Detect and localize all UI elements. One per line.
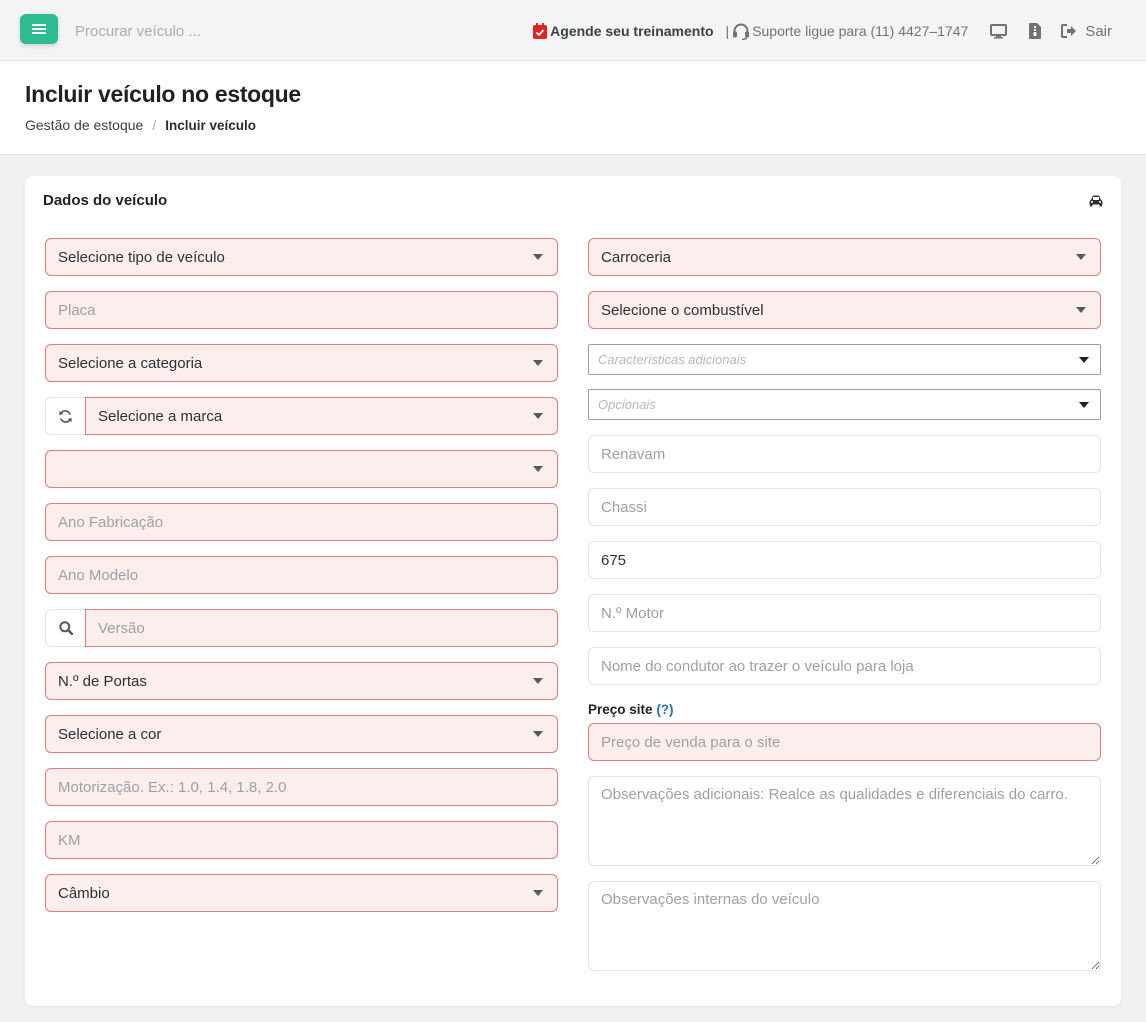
condutor-input[interactable]: [588, 647, 1101, 685]
sair-label: Sair: [1085, 22, 1112, 40]
caracteristicas-select[interactable]: Características adicionais: [588, 344, 1101, 375]
chevron-down-icon: [1076, 254, 1086, 260]
ano-modelo-input[interactable]: [45, 556, 558, 594]
agende-treinamento-link[interactable]: Agende seu treinamento: [533, 23, 714, 39]
chassi-input[interactable]: [588, 488, 1101, 526]
car-icon: [1089, 195, 1103, 207]
marca-value: Selecione a marca: [98, 407, 223, 425]
categoria-select[interactable]: Selecione a categoria: [45, 344, 558, 382]
breadcrumb-current: Incluir veículo: [165, 117, 256, 133]
top-right-actions: Agende seu treinamento | Suporte ligue p…: [533, 20, 1112, 42]
cambio-value: Câmbio: [58, 884, 110, 902]
chevron-down-icon: [533, 254, 543, 260]
cambio-select[interactable]: Câmbio: [45, 874, 558, 912]
categoria-value: Selecione a categoria: [58, 354, 203, 372]
sair-button[interactable]: Sair: [1061, 23, 1112, 40]
search-icon: [58, 621, 73, 635]
obs-adicionais-textarea[interactable]: [588, 776, 1101, 866]
chevron-down-icon: [533, 890, 543, 896]
tipo-veiculo-value: Selecione tipo de veículo: [58, 248, 225, 266]
top-bar: Agende seu treinamento | Suporte ligue p…: [0, 0, 1146, 61]
refresh-marca-button[interactable]: [45, 397, 85, 435]
value-675-input[interactable]: [588, 541, 1101, 579]
monitor-icon: [990, 23, 1008, 38]
preco-site-input[interactable]: [588, 723, 1101, 761]
chevron-down-icon: [1079, 401, 1089, 408]
search-input[interactable]: [66, 17, 326, 45]
divider: |: [725, 23, 730, 39]
modelo-select[interactable]: [45, 450, 558, 488]
opcionais-placeholder: Opcionais: [598, 397, 656, 412]
placa-input[interactable]: [45, 291, 558, 329]
breadcrumb-separator: /: [152, 117, 157, 133]
card-header-icon: [1089, 194, 1103, 211]
versao-group: [45, 609, 558, 647]
suporte-label: Suporte ligue para (11) 4427–1747: [752, 23, 969, 39]
obs-internas-textarea[interactable]: [588, 881, 1101, 971]
breadcrumb-gestao-estoque[interactable]: Gestão de estoque: [25, 117, 143, 133]
km-input[interactable]: [45, 821, 558, 859]
chevron-down-icon: [1076, 307, 1086, 313]
agende-label: Agende seu treinamento: [550, 23, 714, 39]
refresh-icon: [59, 409, 72, 423]
portas-select[interactable]: N.º de Portas: [45, 662, 558, 700]
opcionais-select[interactable]: Opcionais: [588, 389, 1101, 420]
ano-fabricacao-input[interactable]: [45, 503, 558, 541]
versao-input[interactable]: [85, 609, 558, 647]
preco-help-link[interactable]: (?): [656, 702, 673, 717]
renavam-input[interactable]: [588, 435, 1101, 473]
portas-value: N.º de Portas: [58, 672, 147, 690]
carroceria-select[interactable]: Carroceria: [588, 238, 1101, 276]
chevron-down-icon: [1079, 356, 1089, 363]
preco-site-label: Preço site (?): [588, 702, 674, 717]
menu-icon: [32, 24, 46, 34]
carroceria-value: Carroceria: [601, 248, 672, 266]
marca-select[interactable]: Selecione a marca: [85, 397, 558, 435]
breadcrumb: Gestão de estoque / Incluir veículo: [25, 117, 256, 133]
cor-value: Selecione a cor: [58, 725, 162, 743]
combustivel-value: Selecione o combustível: [601, 301, 764, 319]
motorizacao-input[interactable]: [45, 768, 558, 806]
cor-select[interactable]: Selecione a cor: [45, 715, 558, 753]
suporte-link[interactable]: Suporte ligue para (11) 4427–1747: [732, 23, 968, 40]
menu-button[interactable]: [20, 14, 58, 44]
page-header: Incluir veículo no estoque Gestão de est…: [0, 61, 1146, 155]
motor-input[interactable]: [588, 594, 1101, 632]
search-versao-button[interactable]: [45, 609, 85, 647]
chevron-down-icon: [533, 731, 543, 737]
chevron-down-icon: [533, 360, 543, 366]
chevron-down-icon: [533, 678, 543, 684]
chevron-down-icon: [533, 466, 543, 472]
vehicle-data-card: Dados do veículo Selecione tipo de veícu…: [25, 176, 1121, 1006]
headset-icon: [733, 23, 750, 40]
preco-label-text: Preço site: [588, 702, 653, 717]
caracteristicas-placeholder: Características adicionais: [598, 352, 747, 367]
logout-icon: [1061, 24, 1077, 38]
combustivel-select[interactable]: Selecione o combustível: [588, 291, 1101, 329]
tipo-veiculo-select[interactable]: Selecione tipo de veículo: [45, 238, 558, 276]
calendar-icon: [533, 23, 548, 39]
chevron-down-icon: [533, 413, 543, 419]
marca-group: Selecione a marca: [45, 397, 558, 435]
document-button[interactable]: [1029, 23, 1042, 39]
card-title: Dados do veículo: [43, 192, 168, 209]
page-title: Incluir veículo no estoque: [25, 81, 301, 107]
monitor-button[interactable]: [990, 23, 1008, 39]
document-icon: [1029, 23, 1042, 39]
